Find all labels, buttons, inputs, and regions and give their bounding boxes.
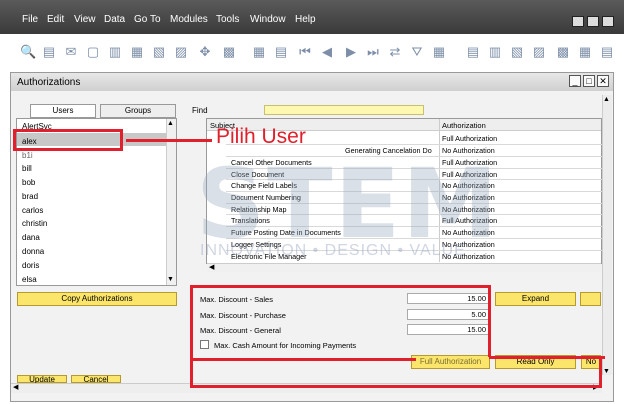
pdf-icon[interactable]: ▨	[174, 45, 188, 59]
menu-goto[interactable]: Go To	[134, 14, 161, 25]
list-item[interactable]: dana	[22, 233, 40, 242]
minimize-icon[interactable]: _	[569, 75, 581, 87]
layout-icon[interactable]: ▤	[600, 45, 614, 59]
annotation-box-discount-bottom	[190, 356, 602, 388]
menu-edit[interactable]: Edit	[47, 14, 64, 25]
next-record-icon[interactable]: ▶	[344, 45, 358, 59]
menu-tools[interactable]: Tools	[216, 14, 239, 25]
menu-view[interactable]: View	[74, 14, 96, 25]
list-item[interactable]: carlos	[22, 206, 43, 215]
lock-icon[interactable]: ▩	[222, 45, 236, 59]
form-settings-icon[interactable]: ▦	[578, 45, 592, 59]
scroll-left-icon[interactable]: ◀	[209, 263, 214, 271]
find-label: Find	[192, 106, 208, 115]
annotation-box-discount-join	[489, 356, 605, 359]
watermark-tagline: INNOVATION • DESIGN • VALUE	[200, 242, 466, 259]
copy-authorizations-button[interactable]: Copy Authorizations	[17, 292, 177, 306]
annotation-box-discount-mid	[412, 285, 491, 357]
find-input[interactable]	[264, 105, 424, 115]
list-item[interactable]: elsa	[22, 275, 37, 284]
close-icon[interactable]: ✕	[597, 75, 609, 87]
refresh-icon[interactable]: ⇄	[388, 45, 402, 59]
menu-modules[interactable]: Modules	[170, 14, 208, 25]
scroll-down-icon[interactable]: ▼	[167, 276, 174, 283]
list-item[interactable]: brad	[22, 192, 38, 201]
journal-icon[interactable]: ▧	[510, 45, 524, 59]
scroll-up-icon[interactable]: ▲	[167, 120, 174, 127]
base-document-icon[interactable]: ▤	[466, 45, 480, 59]
list-item[interactable]: b1i	[22, 151, 33, 160]
app-minimize-icon[interactable]	[572, 16, 584, 27]
menu-data[interactable]: Data	[104, 14, 125, 25]
excel-icon[interactable]: ▦	[130, 45, 144, 59]
app-close-icon[interactable]	[602, 16, 614, 27]
annotation-box-discount-left	[190, 285, 416, 361]
email-icon[interactable]: ✉	[64, 45, 78, 59]
update-button[interactable]: Update	[17, 375, 67, 384]
previous-record-icon[interactable]: ◀	[320, 45, 334, 59]
user-list-scrollbar[interactable]	[166, 119, 176, 285]
target-document-icon[interactable]: ▥	[488, 45, 502, 59]
fax-icon[interactable]: ▥	[108, 45, 122, 59]
add-icon[interactable]: ▤	[274, 45, 288, 59]
menu-help[interactable]: Help	[295, 14, 316, 25]
grid-hscrollbar[interactable]	[207, 263, 601, 272]
tab-users[interactable]: Users	[30, 104, 96, 118]
column-header-authorization[interactable]: Authorization	[442, 121, 486, 130]
annotation-arrow-line	[126, 139, 212, 142]
list-item[interactable]: christin	[22, 219, 47, 228]
window-scroll-down-icon[interactable]: ▼	[603, 368, 610, 375]
list-item[interactable]: doris	[22, 261, 39, 270]
chart-icon[interactable]: ▩	[556, 45, 570, 59]
app-restore-icon[interactable]	[587, 16, 599, 27]
annotation-box-user	[13, 129, 123, 151]
window-title: Authorizations	[17, 77, 81, 88]
tab-groups[interactable]: Groups	[100, 104, 176, 118]
expand-button[interactable]: Expand	[495, 292, 576, 306]
last-record-icon[interactable]: ⏭	[366, 45, 380, 59]
table-cell-auth[interactable]: Full Authorization	[442, 134, 497, 143]
sms-icon[interactable]: ▢	[86, 45, 100, 59]
print-icon[interactable]: ▤	[42, 45, 56, 59]
cancel-button[interactable]: Cancel	[71, 375, 121, 384]
payment-icon[interactable]: ▨	[532, 45, 546, 59]
launch-icon[interactable]: ✥	[198, 45, 212, 59]
print-preview-icon[interactable]: 🔍	[20, 45, 36, 59]
list-item[interactable]: bill	[22, 164, 32, 173]
window-titlebar	[11, 73, 613, 91]
window-vscrollbar[interactable]	[602, 95, 612, 375]
extra-button[interactable]	[580, 292, 601, 306]
maximize-icon[interactable]: □	[583, 75, 595, 87]
annotation-label: Pilih User	[216, 125, 306, 148]
menu-window[interactable]: Window	[250, 14, 286, 25]
filter-icon[interactable]: ⛛	[410, 45, 424, 59]
list-item[interactable]: donna	[22, 247, 44, 256]
list-item[interactable]: bob	[22, 178, 35, 187]
window-scroll-left-icon[interactable]: ◀	[13, 383, 18, 391]
first-record-icon[interactable]: ⏮	[298, 45, 312, 59]
word-icon[interactable]: ▧	[152, 45, 166, 59]
menu-file[interactable]: File	[22, 14, 38, 25]
sort-icon[interactable]: ▦	[432, 45, 446, 59]
window-scroll-up-icon[interactable]: ▲	[603, 96, 610, 103]
find-icon[interactable]: ▦	[252, 45, 266, 59]
